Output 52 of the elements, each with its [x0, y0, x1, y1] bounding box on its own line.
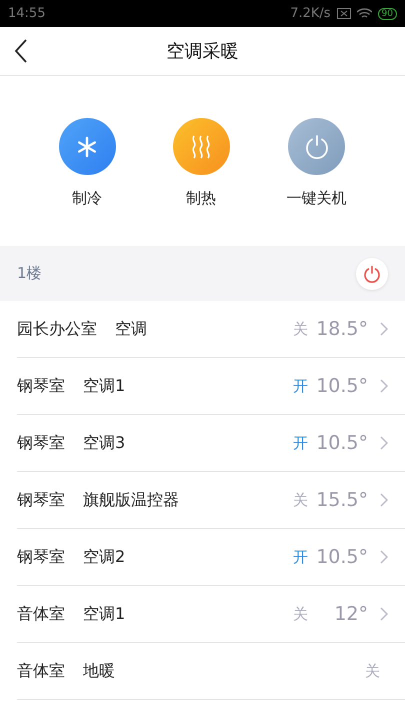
- room-name: 音体室: [17, 660, 65, 682]
- chevron-icon: [380, 322, 388, 336]
- temperature: 10.5°: [316, 432, 368, 454]
- device-status: 关: [293, 490, 308, 510]
- chevron-icon: [380, 607, 388, 621]
- power-button[interactable]: [356, 258, 388, 290]
- device-status: 关: [293, 320, 308, 338]
- device-row[interactable]: 钢琴室 旗舰版温控器 关 15.5°: [17, 472, 405, 529]
- device-row[interactable]: 音体室 地暖 关: [17, 643, 405, 700]
- battery-level: 90: [378, 8, 397, 20]
- snowflake-icon: [76, 136, 98, 158]
- device-row[interactable]: 钢琴室 空调2 开 10.5°: [17, 529, 405, 586]
- chevron-icon: [380, 550, 388, 564]
- device-status: 关: [365, 662, 380, 680]
- room-name: 音体室: [17, 604, 65, 624]
- temperature: 10.5°: [316, 546, 368, 568]
- chevron-icon: [380, 493, 388, 507]
- device-row[interactable]: 园长办公室 空调 关 18.5°: [17, 301, 405, 358]
- device-status: 开: [293, 548, 308, 566]
- power-icon: [363, 264, 381, 282]
- temperature: 12°: [333, 603, 368, 625]
- device-name: 地暖: [83, 660, 116, 682]
- device-name: 空调1: [83, 376, 126, 396]
- device-row[interactable]: 钢琴室 空调3 开 10.5°: [17, 415, 405, 472]
- clock: 14:55: [8, 6, 46, 21]
- room-name: 钢琴室: [17, 376, 65, 396]
- wifi-icon: [356, 8, 372, 20]
- room-name: 钢琴室: [17, 432, 65, 454]
- device-name: 空调: [115, 318, 148, 340]
- room-name: 钢琴室: [17, 490, 65, 510]
- device-name: 空调1: [83, 604, 126, 624]
- device-name: 空调3: [83, 432, 126, 454]
- page-title: 空调采暖: [166, 40, 238, 63]
- room-name: 钢琴室: [17, 546, 65, 568]
- temperature: 10.5°: [316, 375, 368, 397]
- device-status: 开: [293, 434, 308, 452]
- power-icon: [304, 134, 330, 160]
- chevron-icon: [380, 379, 388, 393]
- device-status: 关: [293, 604, 308, 624]
- temperature: 15.5°: [316, 489, 368, 511]
- back-icon[interactable]: [14, 39, 28, 63]
- device-row[interactable]: 钢琴室 空调1 开 10.5°: [17, 358, 405, 415]
- floor-label: 1楼: [17, 264, 43, 283]
- sim-icon: [336, 8, 351, 19]
- device-row[interactable]: 音体室 空调1 关 12°: [17, 586, 405, 643]
- temperature: 18.5°: [316, 318, 368, 340]
- room-name: 园长办公室: [17, 318, 97, 340]
- chevron-icon: [380, 436, 388, 450]
- device-name: 空调2: [83, 546, 126, 568]
- network-speed: 7.2K/s: [290, 6, 331, 21]
- device-status: 开: [293, 376, 308, 396]
- device-name: 旗舰版温控器: [83, 490, 180, 510]
